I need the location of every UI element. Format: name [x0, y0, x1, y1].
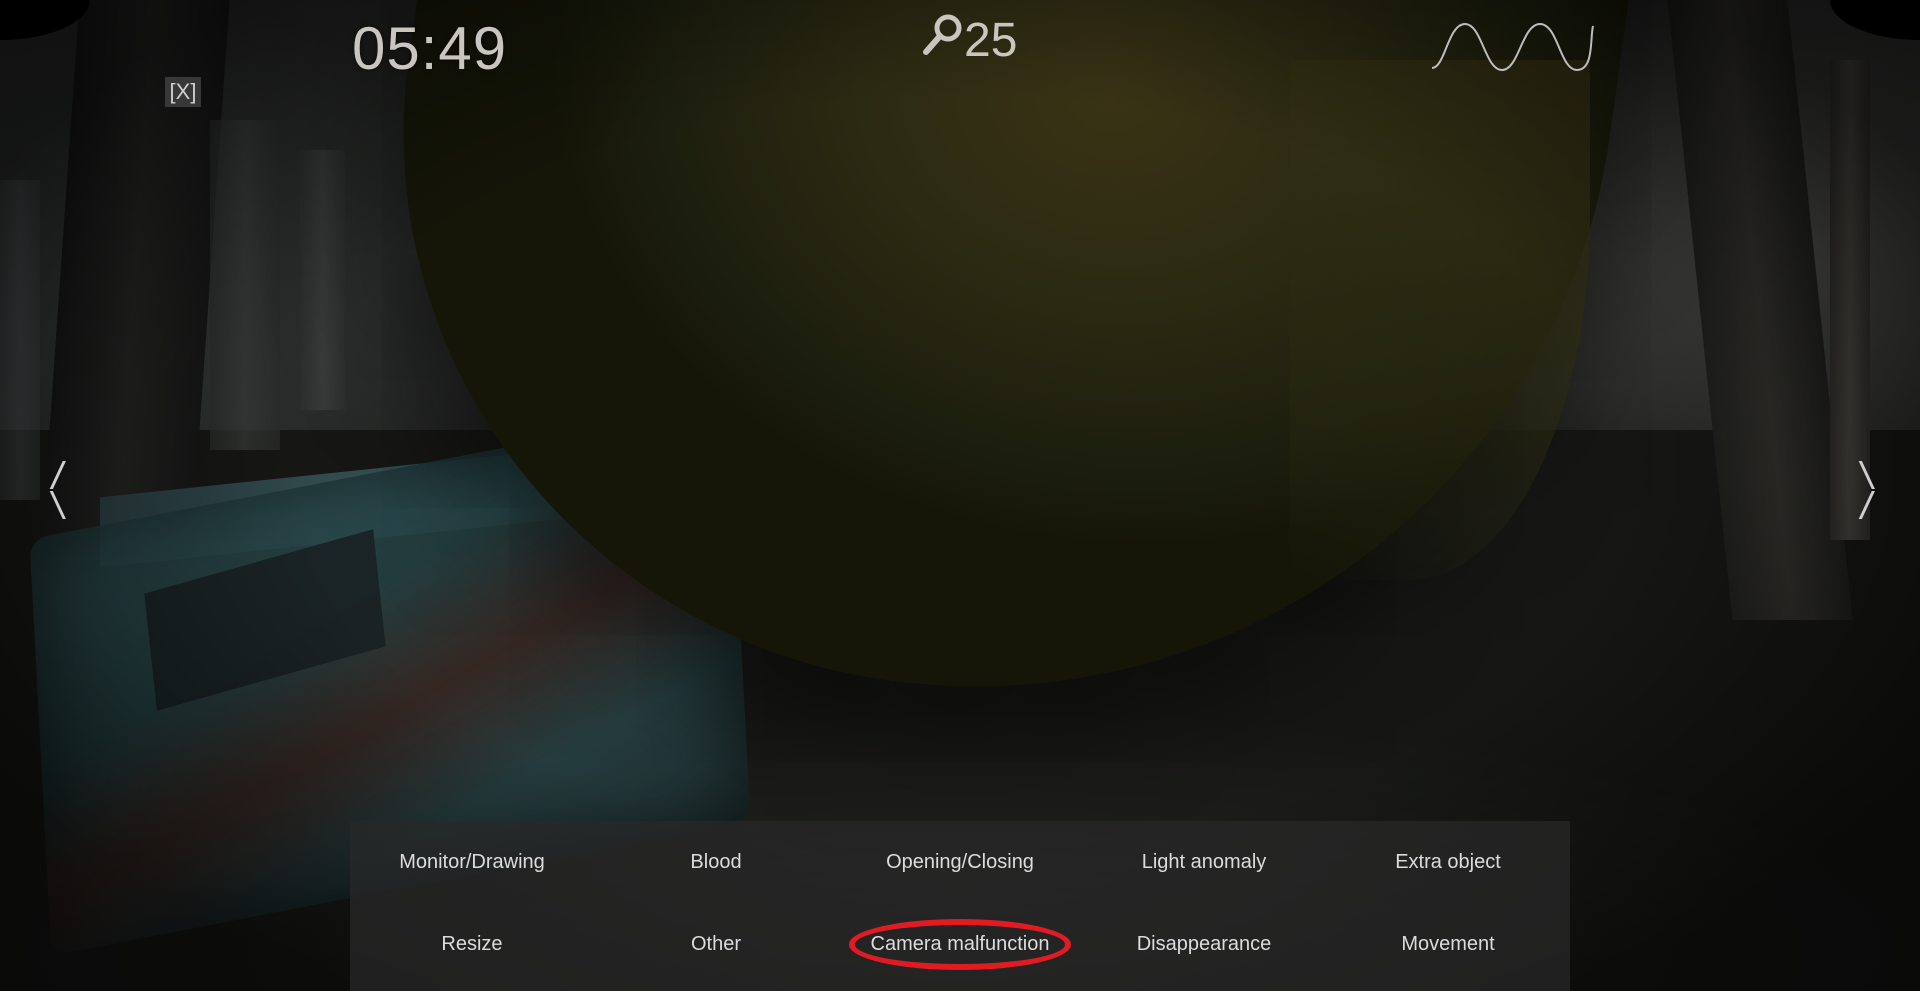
- anomaly-option-resize[interactable]: Resize: [441, 933, 502, 956]
- anomaly-option-opening-closing[interactable]: Opening/Closing: [886, 851, 1034, 874]
- anomaly-report-panel: Monitor/Drawing Blood Opening/Closing Li…: [350, 821, 1570, 991]
- tree: [210, 120, 280, 450]
- arrow-glyph: \: [48, 485, 69, 525]
- anomaly-option-other[interactable]: Other: [691, 933, 741, 956]
- turn-left-indicator[interactable]: / \: [48, 458, 69, 525]
- timer: 05:49: [352, 15, 508, 82]
- tree: [0, 180, 40, 500]
- anomaly-option-disappearance[interactable]: Disappearance: [1137, 933, 1272, 956]
- anomaly-option-extra-object[interactable]: Extra object: [1395, 851, 1501, 874]
- turn-right-indicator[interactable]: \ /: [1857, 458, 1878, 525]
- camera-corner: [1830, 0, 1920, 40]
- anomaly-option-camera-malfunction[interactable]: Camera malfunction: [848, 918, 1072, 970]
- anomaly-option-light-anomaly[interactable]: Light anomaly: [1142, 851, 1267, 874]
- anomaly-option-movement[interactable]: Movement: [1401, 933, 1494, 956]
- arrow-glyph: /: [1857, 485, 1878, 525]
- tree: [300, 150, 345, 410]
- magnifier-icon: [920, 10, 964, 70]
- evidence-counter: 25: [920, 10, 1017, 70]
- sine-wave-icon: [1431, 22, 1594, 72]
- evidence-count: 25: [964, 13, 1018, 67]
- anomaly-option-monitor-drawing[interactable]: Monitor/Drawing: [399, 851, 545, 874]
- close-button[interactable]: [X]: [165, 77, 201, 107]
- anomaly-option-blood[interactable]: Blood: [690, 851, 741, 874]
